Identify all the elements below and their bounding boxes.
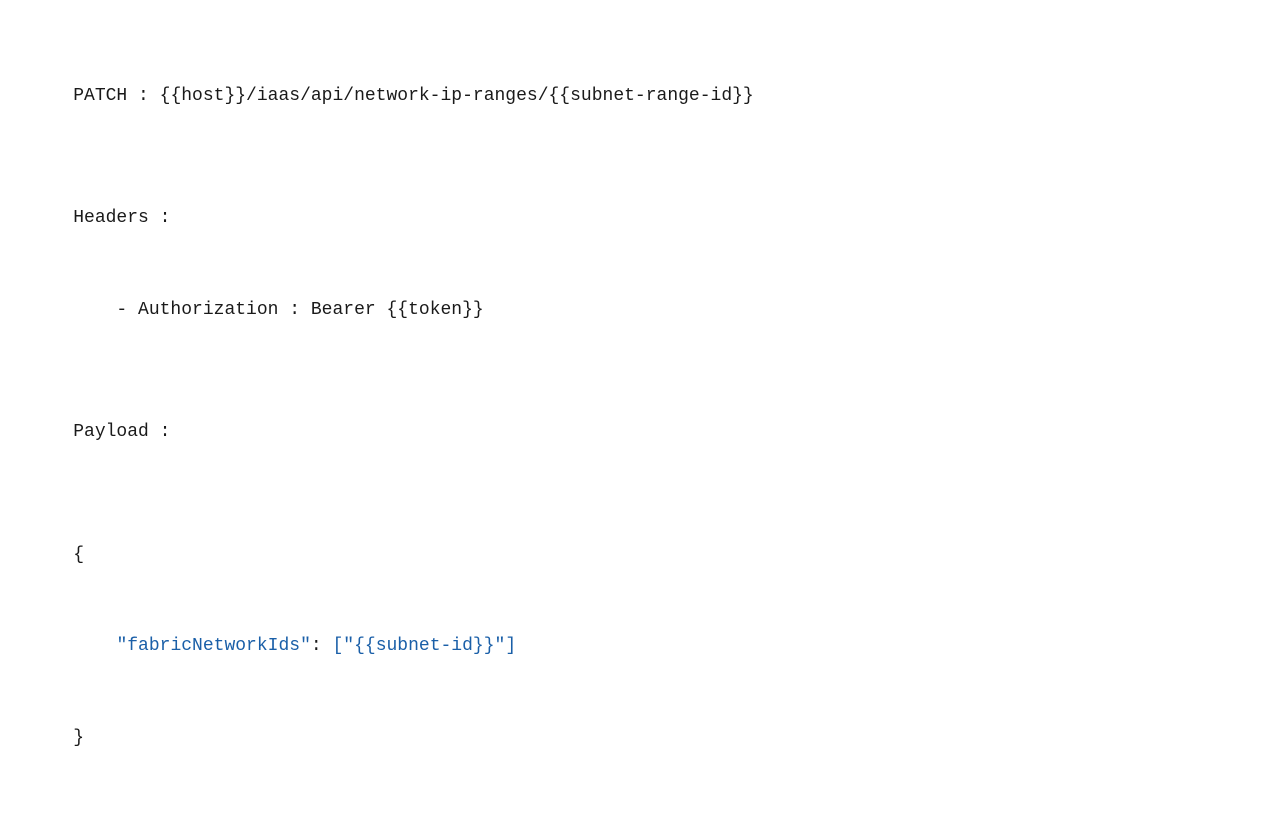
header-item-line: - Authorization : Bearer {{token}} [30, 264, 1254, 356]
headers-label-line: Headers : [30, 172, 1254, 264]
payload-content-line: "fabricNetworkIds": ["{{subnet-id}}"] [30, 601, 1254, 693]
header-prefix: - [73, 300, 138, 320]
payload-indent [73, 636, 116, 656]
request-url: {{host}}/iaas/api/network-ip-ranges/{{su… [160, 86, 754, 106]
payload-close-line: } [30, 692, 1254, 784]
payload-close-brace: } [73, 728, 84, 748]
payload-label: Payload : [73, 422, 170, 442]
http-method: PATCH [73, 86, 127, 106]
header-value: Bearer {{token}} [311, 300, 484, 320]
header-key: Authorization [138, 300, 278, 320]
payload-open-brace: { [73, 545, 84, 565]
spacer-3 [30, 478, 1254, 509]
request-line: PATCH : {{host}}/iaas/api/network-ip-ran… [30, 50, 1254, 142]
spacer-2 [30, 356, 1254, 387]
payload-value: ["{{subnet-id}}"] [332, 636, 516, 656]
headers-label: Headers : [73, 208, 170, 228]
payload-key: "fabricNetworkIds" [116, 636, 310, 656]
payload-colon: : [311, 636, 333, 656]
payload-label-line: Payload : [30, 387, 1254, 479]
code-block: PATCH : {{host}}/iaas/api/network-ip-ran… [20, 30, 1264, 804]
separator-1: : [127, 86, 159, 106]
header-separator: : [278, 300, 310, 320]
payload-open-line: { [30, 509, 1254, 601]
spacer-1 [30, 142, 1254, 173]
